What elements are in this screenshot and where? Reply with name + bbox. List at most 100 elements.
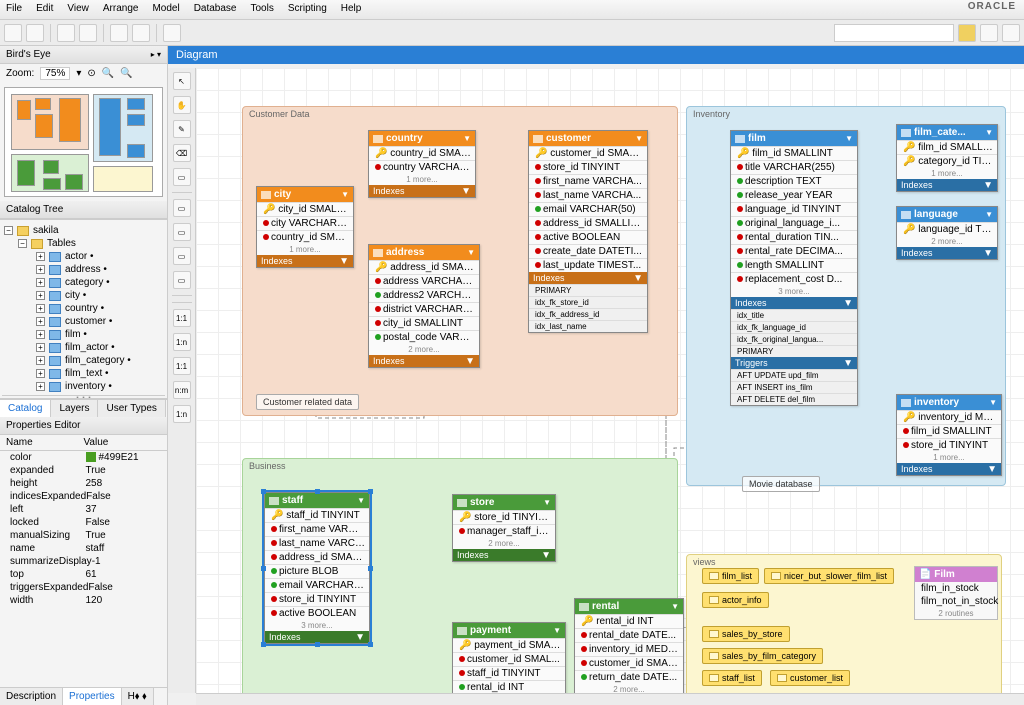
table-language[interactable]: language▼🔑 language_id TINY...2 more...I… xyxy=(896,206,998,260)
toolbar-btn-s3[interactable] xyxy=(1002,24,1020,42)
table-film_category[interactable]: film_cate...▼🔑 film_id SMALLINT🔑 categor… xyxy=(896,124,998,192)
property-row[interactable]: lockedFalse xyxy=(0,516,167,529)
vtool-btn[interactable]: ✋ xyxy=(173,96,191,114)
menu-edit[interactable]: Edit xyxy=(36,3,53,16)
property-row[interactable]: expandedTrue xyxy=(0,464,167,477)
tree-item[interactable]: +country • xyxy=(2,302,165,315)
table-store[interactable]: store▼🔑 store_id TINYINTmanager_staff_id… xyxy=(452,494,556,562)
vtool-btn[interactable]: ▭ xyxy=(173,223,191,241)
view-box[interactable]: sales_by_store xyxy=(702,626,790,642)
tree-item[interactable]: +actor • xyxy=(2,250,165,263)
tree-item[interactable]: +category • xyxy=(2,276,165,289)
menu-tools[interactable]: Tools xyxy=(251,3,274,16)
property-row[interactable]: triggersExpandedFalse xyxy=(0,581,167,594)
tree-item[interactable]: +city • xyxy=(2,289,165,302)
horizontal-scrollbar[interactable] xyxy=(196,693,1024,705)
toolbar-btn-6[interactable] xyxy=(132,24,150,42)
view-box[interactable]: sales_by_film_category xyxy=(702,648,823,664)
property-row[interactable]: width120 xyxy=(0,594,167,607)
property-row[interactable]: height258 xyxy=(0,477,167,490)
selection-handle[interactable] xyxy=(315,642,320,647)
selection-handle[interactable] xyxy=(261,642,266,647)
btab-description[interactable]: Description xyxy=(0,688,63,705)
toolbar-btn-3[interactable] xyxy=(57,24,75,42)
toolbar-btn-5[interactable] xyxy=(110,24,128,42)
zoom-dropdown-icon[interactable]: ▾ xyxy=(76,68,81,79)
table-rental[interactable]: rental▼🔑 rental_id INTrental_date DATE..… xyxy=(574,598,684,693)
property-row[interactable]: summarizeDisplay-1 xyxy=(0,555,167,568)
selection-handle[interactable] xyxy=(368,566,373,571)
vtool-btn[interactable]: 1:1 xyxy=(173,309,191,327)
toolbar-btn-1[interactable] xyxy=(4,24,22,42)
table-payment[interactable]: payment▼🔑 payment_id SMAL...customer_id … xyxy=(452,622,566,693)
table-address[interactable]: address▼🔑 address_id SMALLINTaddress VAR… xyxy=(368,244,480,368)
table-staff[interactable]: staff▼🔑 staff_id TINYINTfirst_name VARCH… xyxy=(264,492,370,644)
zoom-value[interactable]: 75% xyxy=(40,67,70,80)
tree-item[interactable]: +address • xyxy=(2,263,165,276)
property-row[interactable]: manualSizingTrue xyxy=(0,529,167,542)
view-box[interactable]: film_list xyxy=(702,568,759,584)
toolbar-btn-7[interactable] xyxy=(163,24,181,42)
zoom-in-icon[interactable]: 🔍 xyxy=(102,68,114,79)
region-caption[interactable]: Customer related data xyxy=(256,394,359,410)
view-box[interactable]: customer_list xyxy=(770,670,850,686)
toolbar-btn-2[interactable] xyxy=(26,24,44,42)
menu-help[interactable]: Help xyxy=(341,3,362,16)
tree-tables[interactable]: −Tables xyxy=(2,237,165,250)
property-row[interactable]: color#499E21 xyxy=(0,451,167,464)
property-row[interactable]: indicesExpandedFalse xyxy=(0,490,167,503)
toolbar-btn-4[interactable] xyxy=(79,24,97,42)
selection-handle[interactable] xyxy=(368,642,373,647)
menu-arrange[interactable]: Arrange xyxy=(103,3,139,16)
btab-properties[interactable]: Properties xyxy=(63,688,122,705)
tab-layers[interactable]: Layers xyxy=(51,400,98,417)
table-film[interactable]: film▼🔑 film_id SMALLINTtitle VARCHAR(255… xyxy=(730,130,858,406)
selection-handle[interactable] xyxy=(368,489,373,494)
toolbar-btn-s2[interactable] xyxy=(980,24,998,42)
search-input[interactable] xyxy=(834,24,954,42)
region-caption[interactable]: Movie database xyxy=(742,476,820,492)
tree-item[interactable]: +film_category • xyxy=(2,354,165,367)
menu-model[interactable]: Model xyxy=(152,3,179,16)
vtool-btn[interactable]: 1:n xyxy=(173,333,191,351)
vtool-btn[interactable]: ▭ xyxy=(173,271,191,289)
tab-user-types[interactable]: User Types xyxy=(98,400,165,417)
panel-chevron-icon[interactable]: ▸ ▾ xyxy=(151,50,161,59)
diagram-canvas[interactable]: ⊢⊢⊢⊢⊢⊢⊢⊢⊢⊢⊢⊢⊢⊢⊢⊢ Customer DataCustomer r… xyxy=(196,68,1024,693)
vtool-btn[interactable]: ↖ xyxy=(173,72,191,90)
menu-scripting[interactable]: Scripting xyxy=(288,3,327,16)
search-icon[interactable] xyxy=(958,24,976,42)
tree-item[interactable]: +film_text • xyxy=(2,367,165,380)
table-city[interactable]: city▼🔑 city_id SMALLINTcity VARCHAR(50)c… xyxy=(256,186,354,268)
vtool-btn[interactable]: n:m xyxy=(173,381,191,399)
menu-view[interactable]: View xyxy=(67,3,89,16)
table-country[interactable]: country▼🔑 country_id SMALLINTcountry VAR… xyxy=(368,130,476,198)
view-box[interactable]: staff_list xyxy=(702,670,762,686)
vtool-btn[interactable]: ▭ xyxy=(173,199,191,217)
table-inventory[interactable]: inventory▼🔑 inventory_id MEDI...film_id … xyxy=(896,394,1002,476)
selection-handle[interactable] xyxy=(261,566,266,571)
table-customer[interactable]: customer▼🔑 customer_id SMALLI...store_id… xyxy=(528,130,648,333)
tree-item[interactable]: +film • xyxy=(2,328,165,341)
vtool-btn[interactable]: 1:1 xyxy=(173,357,191,375)
menu-file[interactable]: File xyxy=(6,3,22,16)
property-row[interactable]: top61 xyxy=(0,568,167,581)
tree-item[interactable]: +inventory • xyxy=(2,380,165,393)
vtool-btn[interactable]: ✎ xyxy=(173,120,191,138)
btab-history[interactable]: H⬧ ⬧ xyxy=(122,688,154,705)
selection-handle[interactable] xyxy=(315,489,320,494)
property-row[interactable]: namestaff xyxy=(0,542,167,555)
view-box[interactable]: actor_info xyxy=(702,592,769,608)
tree-item[interactable]: +customer • xyxy=(2,315,165,328)
tab-catalog[interactable]: Catalog xyxy=(0,400,51,417)
selection-handle[interactable] xyxy=(261,489,266,494)
tree-item[interactable]: +film_actor • xyxy=(2,341,165,354)
vtool-btn[interactable]: ⌫ xyxy=(173,144,191,162)
vtool-btn[interactable]: 1:n xyxy=(173,405,191,423)
vtool-btn[interactable]: ▭ xyxy=(173,168,191,186)
vtool-btn[interactable]: ▭ xyxy=(173,247,191,265)
zoom-fit-icon[interactable]: ⊙ xyxy=(87,68,95,79)
zoom-out-icon[interactable]: 🔍 xyxy=(120,68,132,79)
tree-root[interactable]: −sakila xyxy=(2,224,165,237)
routine-group[interactable]: 📄 Filmfilm_in_stockfilm_not_in_stock2 ro… xyxy=(914,566,998,620)
